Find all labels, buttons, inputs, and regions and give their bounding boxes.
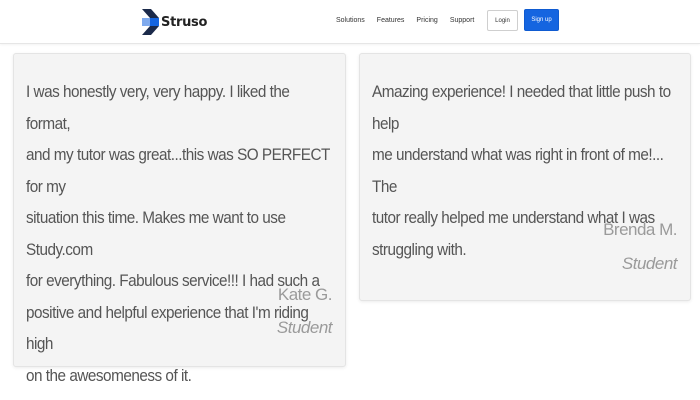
brand-logo[interactable]: Struso [142, 9, 207, 35]
quote-line: positive and helpful experience that I'm… [26, 302, 309, 354]
nav-support[interactable]: Support [450, 17, 475, 24]
top-navbar: Struso Solutions Features Pricing Suppor… [0, 0, 700, 44]
quote-line: and my tutor was great...this was SO PER… [26, 145, 330, 196]
testimonial-card-2: Amazing experience! I needed that little… [359, 53, 691, 301]
nav-links: Solutions Features Pricing Support [336, 0, 485, 40]
testimonial-quote: I was honestly very, very happy. I liked… [26, 76, 332, 391]
quote-line: Amazing experience! I needed that little… [372, 82, 671, 133]
quote-line: for everything. Fabulous service!!! I ha… [26, 271, 320, 290]
struso-s-logo-icon [142, 9, 159, 35]
testimonial-author: Brenda M. [603, 220, 677, 239]
quote-line: me understand what was right in front of… [372, 145, 664, 196]
quote-line: I was honestly very, very happy. I liked… [26, 82, 290, 133]
brand-name: Struso [161, 14, 208, 30]
testimonial-author: Kate G. [277, 285, 333, 304]
signup-button[interactable]: Sign up [524, 9, 559, 31]
login-button[interactable]: Login [487, 10, 518, 31]
nav-features[interactable]: Features [377, 17, 405, 24]
testimonial-role: Student [276, 318, 333, 337]
testimonial-card-1: I was honestly very, very happy. I liked… [13, 53, 346, 385]
quote-line: struggling with. [372, 239, 467, 259]
quote-line: situation this time. Makes me want to us… [26, 208, 286, 259]
nav-pricing[interactable]: Pricing [416, 17, 437, 24]
nav-solutions[interactable]: Solutions [336, 17, 365, 24]
quote-line: on the awesomeness of it. [26, 365, 192, 385]
testimonial-role: Student [621, 254, 678, 273]
